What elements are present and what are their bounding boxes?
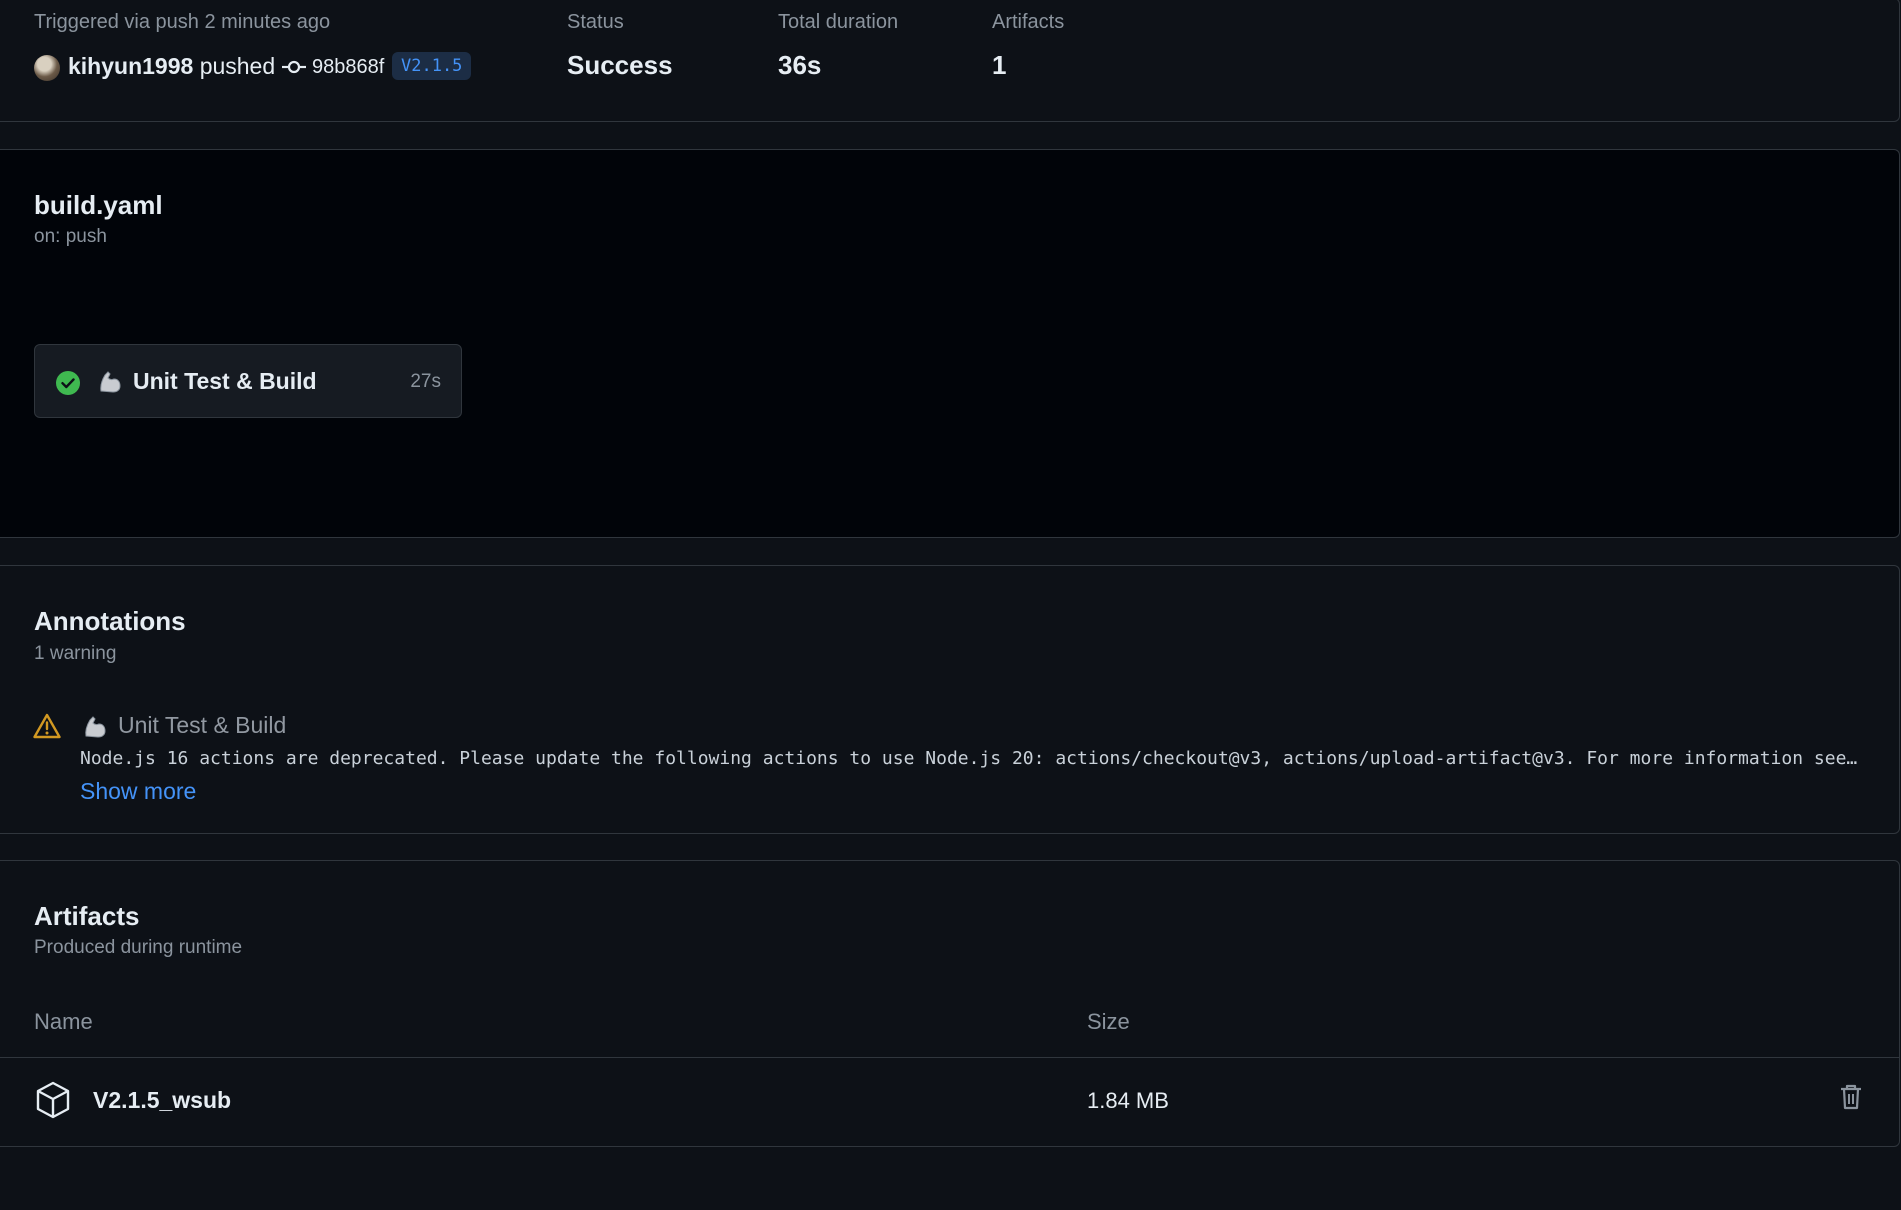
annotations-title: Annotations <box>34 606 186 636</box>
annotations-panel: Annotations 1 warning Unit Test & Build … <box>0 565 1900 834</box>
duration-label: Total duration <box>778 11 899 33</box>
workflow-file-name[interactable]: build.yaml <box>34 190 163 221</box>
annotation-job-name: Unit Test & Build <box>118 712 287 738</box>
check-circle-icon <box>56 371 80 395</box>
artifacts-panel: Artifacts Produced during runtime Name S… <box>0 860 1900 1147</box>
artifacts-title: Artifacts <box>34 901 140 931</box>
workflow-trigger: on: push <box>34 226 107 247</box>
workflow-graph-panel: build.yaml on: push Unit Test & Build 27… <box>0 149 1900 656</box>
run-summary-panel: Triggered via push 2 minutes ago kihyun1… <box>0 0 1900 122</box>
artifacts-count: 1 <box>992 50 1007 80</box>
actor-link[interactable]: kihyun1998 <box>68 53 193 79</box>
annotation-message: Node.js 16 actions are deprecated. Pleas… <box>80 748 1858 769</box>
job-name: Unit Test & Build <box>133 368 317 394</box>
job-card[interactable]: Unit Test & Build 27s <box>34 344 462 418</box>
status-label: Status <box>567 11 624 33</box>
column-header-name: Name <box>34 1009 93 1034</box>
trash-icon[interactable] <box>1838 1083 1864 1111</box>
flexed-biceps-emoji-icon <box>100 371 121 393</box>
job-duration: 27s <box>410 371 441 392</box>
artifact-name-link[interactable]: V2.1.5_wsub <box>93 1087 231 1114</box>
show-more-link[interactable]: Show more <box>80 778 196 805</box>
artifacts-label: Artifacts <box>992 11 1065 33</box>
commit-sha-link[interactable]: 98b868f <box>312 56 384 79</box>
artifacts-subtitle: Produced during runtime <box>34 937 243 958</box>
warning-icon <box>33 713 61 739</box>
avatar[interactable] <box>34 55 60 81</box>
artifact-size: 1.84 MB <box>1087 1088 1169 1113</box>
table-row: V2.1.5_wsub 1.84 MB <box>0 1058 1900 1146</box>
tag-badge[interactable]: V2.1.5 <box>392 52 472 80</box>
duration-value: 36s <box>778 50 822 80</box>
git-commit-icon <box>282 60 306 74</box>
trigger-text: Triggered via push 2 minutes ago <box>34 11 331 33</box>
annotations-count: 1 warning <box>34 643 117 664</box>
package-icon <box>36 1081 70 1119</box>
actor-line: kihyun1998 pushed <box>68 53 275 80</box>
action-text: pushed <box>199 53 276 79</box>
status-value: Success <box>567 50 673 80</box>
column-header-size: Size <box>1087 1009 1130 1034</box>
flexed-biceps-emoji-icon <box>85 716 106 738</box>
